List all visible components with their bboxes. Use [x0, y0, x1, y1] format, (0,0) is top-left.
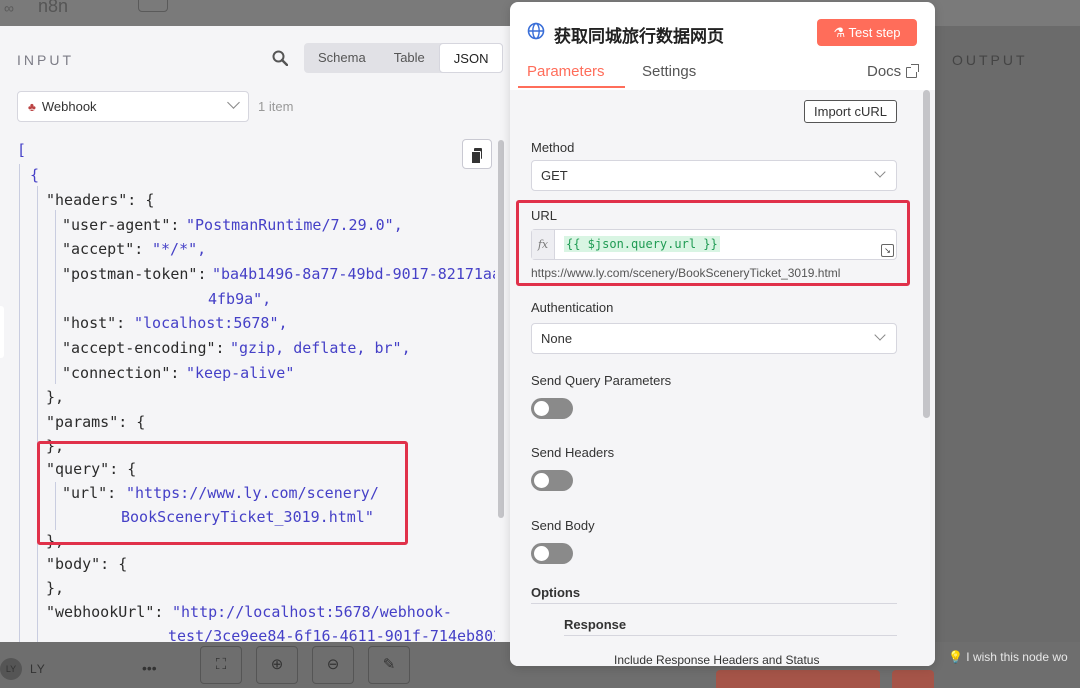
delete-button[interactable]	[892, 670, 934, 688]
indent-guide	[37, 186, 38, 642]
user-name: LY	[30, 662, 46, 676]
more-icon[interactable]: •••	[142, 660, 157, 676]
json-key: "webhookUrl":	[46, 603, 164, 621]
authentication-select[interactable]: None	[531, 323, 897, 354]
send-query-label: Send Query Parameters	[531, 373, 672, 388]
test-step-label: Test step	[848, 25, 901, 40]
top-bar-button[interactable]	[138, 0, 168, 12]
panel-drag-handle[interactable]	[0, 306, 4, 358]
feedback-hint[interactable]: 💡 I wish this node wo	[948, 650, 1068, 664]
json-value: "ba4b1496-8a77-49bd-9017-82171aa	[212, 265, 495, 283]
send-body-toggle[interactable]	[531, 543, 573, 564]
tab-settings[interactable]: Settings	[642, 63, 696, 80]
indent-guide	[19, 164, 20, 642]
zoom-in-button[interactable]: ⊕	[256, 646, 298, 684]
json-value: "http://localhost:5678/webhook-	[172, 603, 452, 621]
include-response-headers-option: Include Response Headers and Status	[614, 653, 820, 666]
json-value: "gzip, deflate, br",	[230, 339, 411, 357]
method-select-value: GET	[541, 168, 568, 183]
search-icon[interactable]	[272, 50, 288, 66]
divider	[531, 603, 897, 604]
chevron-down-icon	[874, 329, 886, 341]
input-panel-title: INPUT	[17, 52, 74, 68]
json-viewer: [ { "headers": { "user-agent": "PostmanR…	[0, 138, 495, 642]
json-key: "accept":	[62, 240, 144, 258]
node-settings-dialog: 获取同城旅行数据网页 ⚗ Test step Parameters Settin…	[510, 2, 935, 666]
divider	[564, 635, 897, 636]
json-key: "connection":	[62, 364, 180, 382]
webhook-icon: ♣	[28, 100, 36, 114]
json-line: "params": {	[46, 413, 146, 431]
options-title: Options	[531, 585, 581, 600]
input-node-select-value: Webhook	[41, 99, 97, 114]
indent-guide	[55, 210, 56, 384]
node-title[interactable]: 获取同城旅行数据网页	[554, 22, 724, 47]
zoom-out-button[interactable]: ⊖	[312, 646, 354, 684]
tab-parameters[interactable]: Parameters	[527, 63, 605, 80]
json-line: [	[17, 141, 27, 159]
json-value: test/3ce9ee84-6f16-4611-901f-714eb802	[168, 627, 495, 642]
json-value: 4fb9a",	[208, 290, 272, 308]
fit-view-button[interactable]: ⛶	[200, 646, 242, 684]
tidy-up-button[interactable]: ✎	[368, 646, 410, 684]
json-line: "body": {	[46, 555, 128, 573]
send-headers-toggle[interactable]	[531, 470, 573, 491]
chevron-down-icon	[227, 96, 240, 109]
method-select[interactable]: GET	[531, 160, 897, 191]
item-count: 1 item	[258, 99, 294, 114]
json-key: "host":	[62, 314, 126, 332]
query-highlight-box	[37, 441, 408, 545]
send-body-label: Send Body	[531, 518, 595, 533]
input-node-select[interactable]: ♣ Webhook	[17, 91, 249, 122]
parameters-scrollbar[interactable]	[923, 90, 930, 418]
n8n-logo-icon: ∞	[4, 0, 14, 16]
json-line: {	[30, 166, 40, 184]
tab-docs[interactable]: Docs	[867, 63, 901, 80]
send-headers-label: Send Headers	[531, 445, 615, 460]
globe-icon	[527, 22, 545, 40]
json-value: "*/*",	[152, 240, 207, 258]
method-label: Method	[531, 140, 575, 155]
import-curl-button[interactable]: Import cURL	[804, 100, 897, 123]
json-value: "PostmanRuntime/7.29.0",	[186, 216, 403, 234]
json-key: "user-agent":	[62, 216, 180, 234]
feedback-hint-text: I wish this node wo	[966, 650, 1068, 664]
execute-workflow-button[interactable]	[716, 670, 880, 688]
json-scrollbar[interactable]	[498, 140, 504, 518]
external-link-icon	[906, 64, 919, 78]
app-logo-text: n8n	[38, 0, 69, 16]
tab-table[interactable]: Table	[380, 43, 439, 73]
json-line: "headers": {	[46, 191, 155, 209]
json-key: "accept-encoding":	[62, 339, 225, 357]
send-query-toggle[interactable]	[531, 398, 573, 419]
authentication-label: Authentication	[531, 300, 614, 315]
json-value: "localhost:5678",	[134, 314, 288, 332]
test-step-button[interactable]: ⚗ Test step	[817, 19, 917, 46]
display-mode-tabs: Schema Table JSON	[304, 43, 504, 73]
tab-json[interactable]: JSON	[438, 43, 504, 73]
json-value: "keep-alive"	[186, 364, 295, 382]
json-key: "postman-token":	[62, 265, 207, 283]
json-line: },	[46, 388, 65, 406]
json-line: },	[46, 579, 65, 597]
tab-schema[interactable]: Schema	[304, 43, 380, 73]
active-tab-indicator	[518, 86, 625, 88]
chevron-down-icon	[874, 166, 886, 178]
avatar[interactable]: LY	[0, 658, 22, 680]
output-panel-title: OUTPUT	[952, 52, 1028, 68]
response-option-title[interactable]: Response	[564, 617, 626, 632]
authentication-select-value: None	[541, 331, 573, 346]
url-highlight-box	[516, 200, 910, 286]
